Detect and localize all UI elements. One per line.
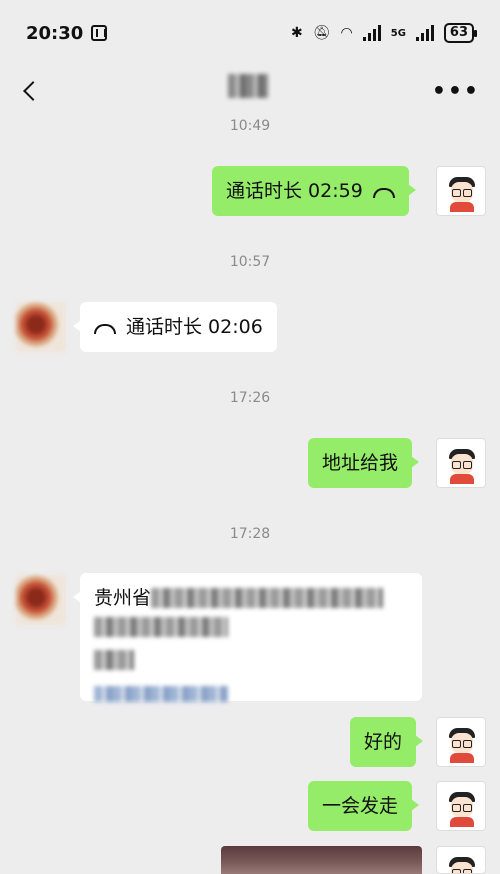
- call-duration-text: 通话时长 02:59: [226, 180, 363, 202]
- status-bar: 20:30 ✱ 🔕︎ ◠ 5G 63: [0, 0, 500, 66]
- chat-title-blurred: [228, 74, 268, 98]
- my-avatar[interactable]: [436, 717, 486, 767]
- message-bubble[interactable]: 一会发走: [308, 781, 420, 831]
- signal-icon-2: [415, 25, 434, 41]
- message-text: 一会发走: [322, 795, 399, 817]
- image-message[interactable]: [221, 846, 422, 874]
- redacted-address: [151, 588, 384, 608]
- message-text: 地址给我: [322, 452, 399, 474]
- signal-icon: [362, 25, 381, 41]
- timestamp: 17:26: [229, 390, 271, 406]
- redacted-address: [94, 617, 228, 637]
- more-options-icon[interactable]: •••: [432, 79, 480, 104]
- timestamp: 10:49: [229, 118, 271, 134]
- contact-avatar[interactable]: [16, 302, 66, 352]
- battery-indicator: 63: [443, 23, 478, 43]
- call-duration-text: 通话时长 02:06: [126, 316, 263, 338]
- my-avatar[interactable]: [436, 166, 486, 216]
- message-text: 好的: [364, 731, 403, 753]
- message-bubble[interactable]: 好的: [350, 717, 424, 767]
- timestamp: 17:28: [229, 526, 271, 542]
- call-record-bubble[interactable]: 通话时长 02:59: [212, 166, 416, 216]
- nfc-icon: [91, 25, 108, 41]
- chevron-left-icon[interactable]: [23, 81, 43, 101]
- my-avatar[interactable]: [436, 438, 486, 488]
- message-bubble[interactable]: 地址给我: [308, 438, 420, 488]
- my-avatar[interactable]: [436, 781, 486, 831]
- bluetooth-icon: ✱: [291, 25, 303, 41]
- timestamp: 10:57: [229, 254, 271, 270]
- address-text: 贵州省: [94, 587, 152, 609]
- phone-hangup-icon: [372, 188, 395, 198]
- chat-header: •••: [0, 66, 500, 116]
- redacted-phone-link[interactable]: [94, 686, 228, 702]
- call-record-bubble[interactable]: 通话时长 02:06: [73, 302, 277, 352]
- clock: 20:30: [26, 22, 84, 44]
- address-message-bubble[interactable]: 贵州省: [73, 573, 422, 702]
- mute-icon: 🔕︎: [312, 25, 331, 41]
- network-type: 5G: [390, 27, 406, 39]
- phone-hangup-icon: [94, 324, 116, 334]
- redacted-address: [94, 650, 134, 670]
- wifi-icon: ◠: [340, 25, 353, 41]
- contact-avatar[interactable]: [16, 575, 66, 625]
- my-avatar[interactable]: [436, 846, 486, 874]
